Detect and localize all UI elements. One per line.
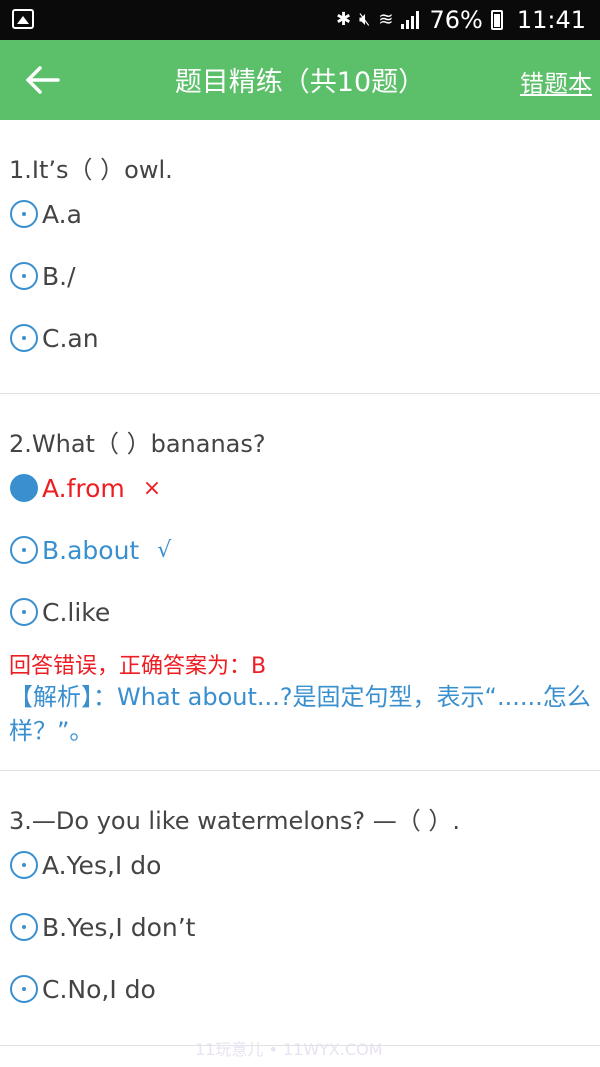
option-a[interactable]: A.from × <box>10 468 161 508</box>
battery-icon <box>490 10 503 30</box>
radio-icon[interactable] <box>10 851 38 879</box>
option-label: A.a <box>42 199 82 229</box>
gallery-icon <box>12 9 34 29</box>
radio-icon[interactable] <box>10 324 38 352</box>
option-label: C.like <box>42 597 111 627</box>
option-label: C.No,I do <box>42 974 156 1004</box>
radio-icon[interactable] <box>10 913 38 941</box>
radio-icon[interactable] <box>10 536 38 564</box>
radio-icon[interactable] <box>10 262 38 290</box>
watermark: 11玩意儿 • 11WYX.COM <box>195 1040 383 1059</box>
question-title: 3.—Do you like watermelons? —（ ）. <box>9 807 460 835</box>
option-b[interactable]: B./ <box>10 256 76 296</box>
option-a[interactable]: A.Yes,I do <box>10 845 161 885</box>
option-c[interactable]: C.an <box>10 318 99 358</box>
option-label: A.Yes,I do <box>42 850 162 880</box>
option-label: A.from <box>42 473 125 503</box>
option-label: C.an <box>42 323 99 353</box>
question-2: 2.What（ ）bananas? A.from × B.about √ C.l… <box>0 394 600 771</box>
question-title: 2.What（ ）bananas? <box>9 430 266 458</box>
option-b[interactable]: B.Yes,I don’t <box>10 907 195 947</box>
wrong-mark-icon: × <box>142 475 162 501</box>
option-c[interactable]: C.No,I do <box>10 969 156 1009</box>
option-c[interactable]: C.like <box>10 592 110 632</box>
question-1: 1.It’s（ ）owl. A.a B./ C.an <box>0 120 600 394</box>
correct-mark-icon: √ <box>157 537 172 563</box>
battery-percent: 76% <box>429 6 483 34</box>
answer-feedback: 回答错误，正确答案为：B <box>9 654 267 679</box>
question-3: 3.—Do you like watermelons? —（ ）. A.Yes,… <box>0 771 600 1046</box>
option-label: B./ <box>42 261 76 291</box>
app-header: 题目精练（共10题） 错题本 <box>0 40 600 120</box>
bluetooth-icon: ✱ <box>335 9 352 30</box>
option-a[interactable]: A.a <box>10 194 82 234</box>
radio-selected-icon[interactable] <box>10 474 38 502</box>
question-title: 1.It’s（ ）owl. <box>9 156 173 184</box>
radio-icon[interactable] <box>10 975 38 1003</box>
wrong-book-link[interactable]: 错题本 <box>520 64 592 99</box>
option-label: B.about <box>42 535 140 565</box>
wifi-icon: ≋ <box>378 9 394 30</box>
clock: 11:41 <box>516 6 586 34</box>
radio-icon[interactable] <box>10 598 38 626</box>
option-label: B.Yes,I don’t <box>42 912 196 942</box>
status-bar: ✱ 🔇︎ ≋ 76% 11:41 <box>0 0 600 40</box>
mute-icon: 🔇︎ <box>359 9 371 30</box>
radio-icon[interactable] <box>10 200 38 228</box>
page-title: 题目精练（共10题） <box>174 67 426 98</box>
answer-analysis: 【解析】：What about...?是固定句型，表示“......怎么样？”。 <box>9 683 591 745</box>
option-b[interactable]: B.about √ <box>10 530 171 570</box>
question-list: 1.It’s（ ）owl. A.a B./ C.an 2.What（ ）bana… <box>0 120 600 1046</box>
signal-icon <box>401 11 421 29</box>
